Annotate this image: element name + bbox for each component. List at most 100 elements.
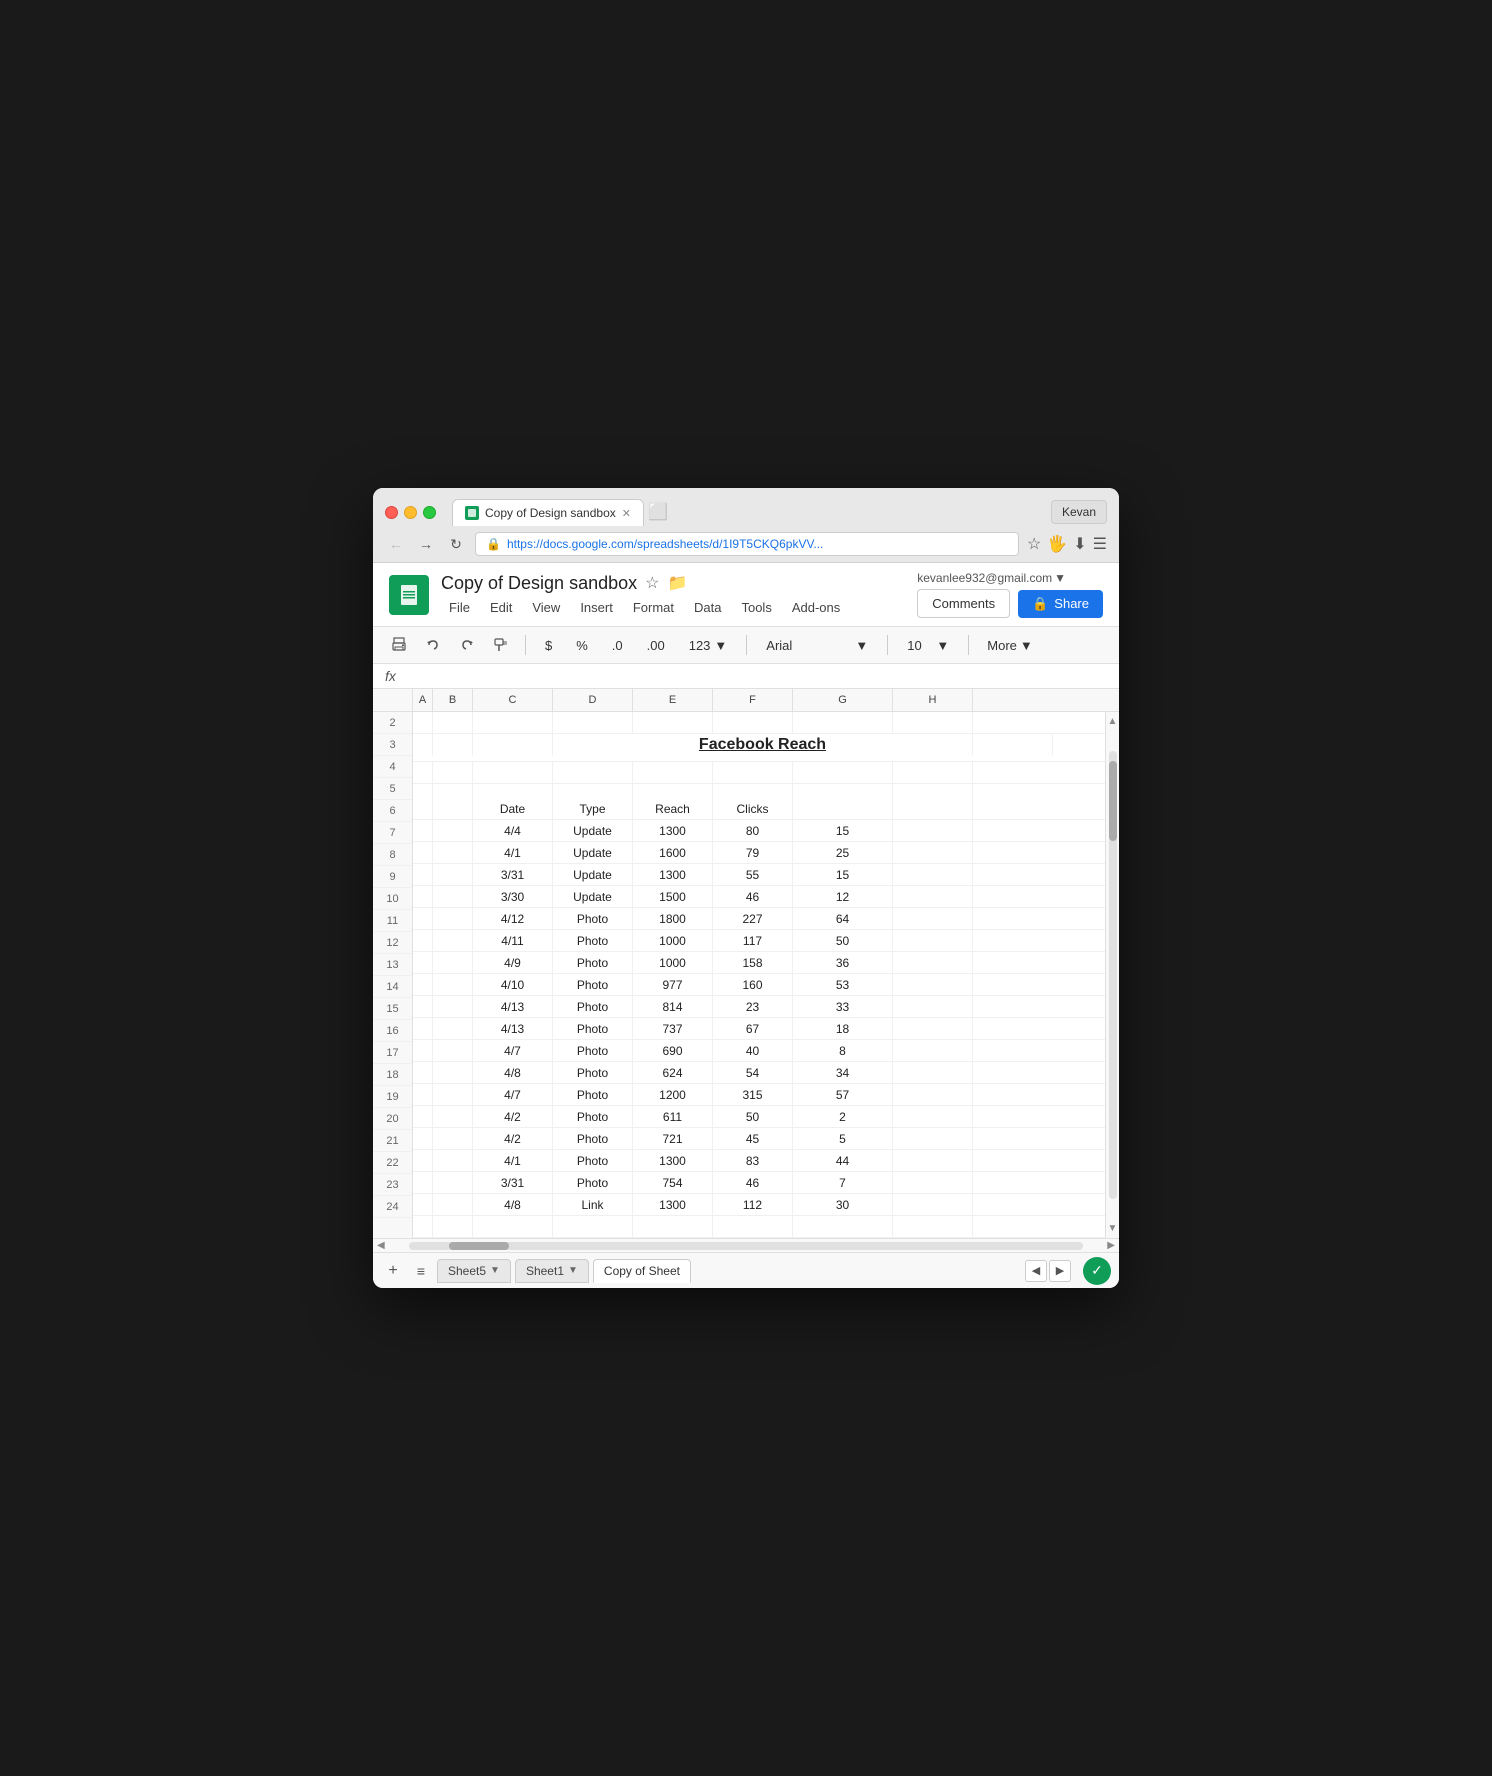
cell-7c[interactable]: 4/1: [473, 842, 553, 864]
star-icon[interactable]: ☆: [645, 573, 659, 593]
cell-8f[interactable]: 55: [713, 864, 793, 886]
cell-21d[interactable]: Photo: [553, 1150, 633, 1172]
cell-18a[interactable]: [413, 1084, 433, 1106]
stop-icon[interactable]: 🖐: [1047, 534, 1067, 554]
cell-14f[interactable]: 23: [713, 996, 793, 1018]
cell-23e[interactable]: 1300: [633, 1194, 713, 1216]
user-profile-button[interactable]: Kevan: [1051, 500, 1107, 524]
cell-15e[interactable]: 737: [633, 1018, 713, 1040]
cell-6f[interactable]: 80: [713, 820, 793, 842]
cell-17c[interactable]: 4/8: [473, 1062, 553, 1084]
cell-10e[interactable]: 1800: [633, 908, 713, 930]
cell-13a[interactable]: [413, 974, 433, 996]
cell-19d[interactable]: Photo: [553, 1106, 633, 1128]
formula-input[interactable]: [413, 669, 1107, 684]
cell-21b[interactable]: [433, 1150, 473, 1172]
menu-icon[interactable]: ☰: [1093, 534, 1107, 554]
cell-24g[interactable]: [793, 1216, 893, 1238]
minimize-button[interactable]: [404, 506, 417, 519]
cell-9c[interactable]: 3/30: [473, 886, 553, 908]
scroll-right-arrow[interactable]: ▶: [1103, 1240, 1119, 1251]
cell-24b[interactable]: [433, 1216, 473, 1238]
cell-20b[interactable]: [433, 1128, 473, 1150]
cell-4h[interactable]: [893, 762, 973, 784]
cell-17f[interactable]: 54: [713, 1062, 793, 1084]
menu-format[interactable]: Format: [625, 598, 682, 617]
more-button[interactable]: More ▼: [979, 635, 1041, 656]
cell-12f[interactable]: 158: [713, 952, 793, 974]
cell-18h[interactable]: [893, 1084, 973, 1106]
cell-24h[interactable]: [893, 1216, 973, 1238]
cell-20g[interactable]: 5: [793, 1128, 893, 1150]
cell-10d[interactable]: Photo: [553, 908, 633, 930]
cell-3b[interactable]: [433, 734, 473, 756]
cell-7g[interactable]: 25: [793, 842, 893, 864]
cell-18b[interactable]: [433, 1084, 473, 1106]
cell-12g[interactable]: 36: [793, 952, 893, 974]
refresh-button[interactable]: ↻: [445, 536, 467, 553]
cell-7f[interactable]: 79: [713, 842, 793, 864]
cell-4d[interactable]: [553, 762, 633, 784]
cell-6h[interactable]: [893, 820, 973, 842]
cell-10a[interactable]: [413, 908, 433, 930]
cell-8h[interactable]: [893, 864, 973, 886]
cell-9b[interactable]: [433, 886, 473, 908]
cell-19e[interactable]: 611: [633, 1106, 713, 1128]
cell-21c[interactable]: 4/1: [473, 1150, 553, 1172]
scrollbar-thumb[interactable]: [1109, 761, 1117, 841]
cell-23b[interactable]: [433, 1194, 473, 1216]
cell-19g[interactable]: 2: [793, 1106, 893, 1128]
cell-16g[interactable]: 8: [793, 1040, 893, 1062]
cell-10h[interactable]: [893, 908, 973, 930]
col-header-d[interactable]: D: [553, 689, 633, 711]
cell-4g[interactable]: [793, 762, 893, 784]
menu-data[interactable]: Data: [686, 598, 729, 617]
cell-3a[interactable]: [413, 734, 433, 756]
cell-16h[interactable]: [893, 1040, 973, 1062]
cell-8c[interactable]: 3/31: [473, 864, 553, 886]
cell-5b[interactable]: [433, 784, 473, 820]
scroll-left-arrow[interactable]: ◀: [373, 1240, 389, 1251]
font-selector[interactable]: Arial ▼: [757, 634, 877, 657]
cell-8e[interactable]: 1300: [633, 864, 713, 886]
cell-4f[interactable]: [713, 762, 793, 784]
vertical-scrollbar[interactable]: ▲ ▼: [1105, 712, 1119, 1238]
cell-19f[interactable]: 50: [713, 1106, 793, 1128]
cell-14e[interactable]: 814: [633, 996, 713, 1018]
col-header-a[interactable]: A: [413, 689, 433, 711]
add-sheet-button[interactable]: +: [381, 1259, 405, 1283]
cell-6c[interactable]: 4/4: [473, 820, 553, 842]
cell-23f[interactable]: 112: [713, 1194, 793, 1216]
new-tab-button[interactable]: ⬜: [644, 498, 672, 526]
tab-close-button[interactable]: ✕: [622, 507, 631, 520]
cell-11h[interactable]: [893, 930, 973, 952]
cell-14a[interactable]: [413, 996, 433, 1018]
cell-6e[interactable]: 1300: [633, 820, 713, 842]
cell-17g[interactable]: 34: [793, 1062, 893, 1084]
cell-6g[interactable]: 15: [793, 820, 893, 842]
col-header-c[interactable]: C: [473, 689, 553, 711]
cell-18f[interactable]: 315: [713, 1084, 793, 1106]
col-header-h[interactable]: H: [893, 689, 973, 711]
font-size-selector[interactable]: 10 ▼: [898, 634, 958, 657]
cell-5e-reach[interactable]: Reach: [633, 784, 713, 820]
cell-5c-date[interactable]: Date: [473, 784, 553, 820]
cell-9d[interactable]: Update: [553, 886, 633, 908]
format-type-button[interactable]: 123 ▼: [680, 634, 737, 657]
cell-8a[interactable]: [413, 864, 433, 886]
cell-2a[interactable]: [413, 712, 433, 734]
cell-15b[interactable]: [433, 1018, 473, 1040]
cell-10b[interactable]: [433, 908, 473, 930]
cell-15a[interactable]: [413, 1018, 433, 1040]
cell-10g[interactable]: 64: [793, 908, 893, 930]
cell-19h[interactable]: [893, 1106, 973, 1128]
cell-11c[interactable]: 4/11: [473, 930, 553, 952]
share-button[interactable]: 🔒 Share: [1018, 590, 1103, 618]
cell-2h[interactable]: [893, 712, 973, 734]
folder-icon[interactable]: 📁: [667, 573, 687, 593]
cell-7a[interactable]: [413, 842, 433, 864]
cell-12e[interactable]: 1000: [633, 952, 713, 974]
sheet-nav-next[interactable]: ▶: [1049, 1260, 1071, 1282]
cell-24a[interactable]: [413, 1216, 433, 1238]
cell-21a[interactable]: [413, 1150, 433, 1172]
